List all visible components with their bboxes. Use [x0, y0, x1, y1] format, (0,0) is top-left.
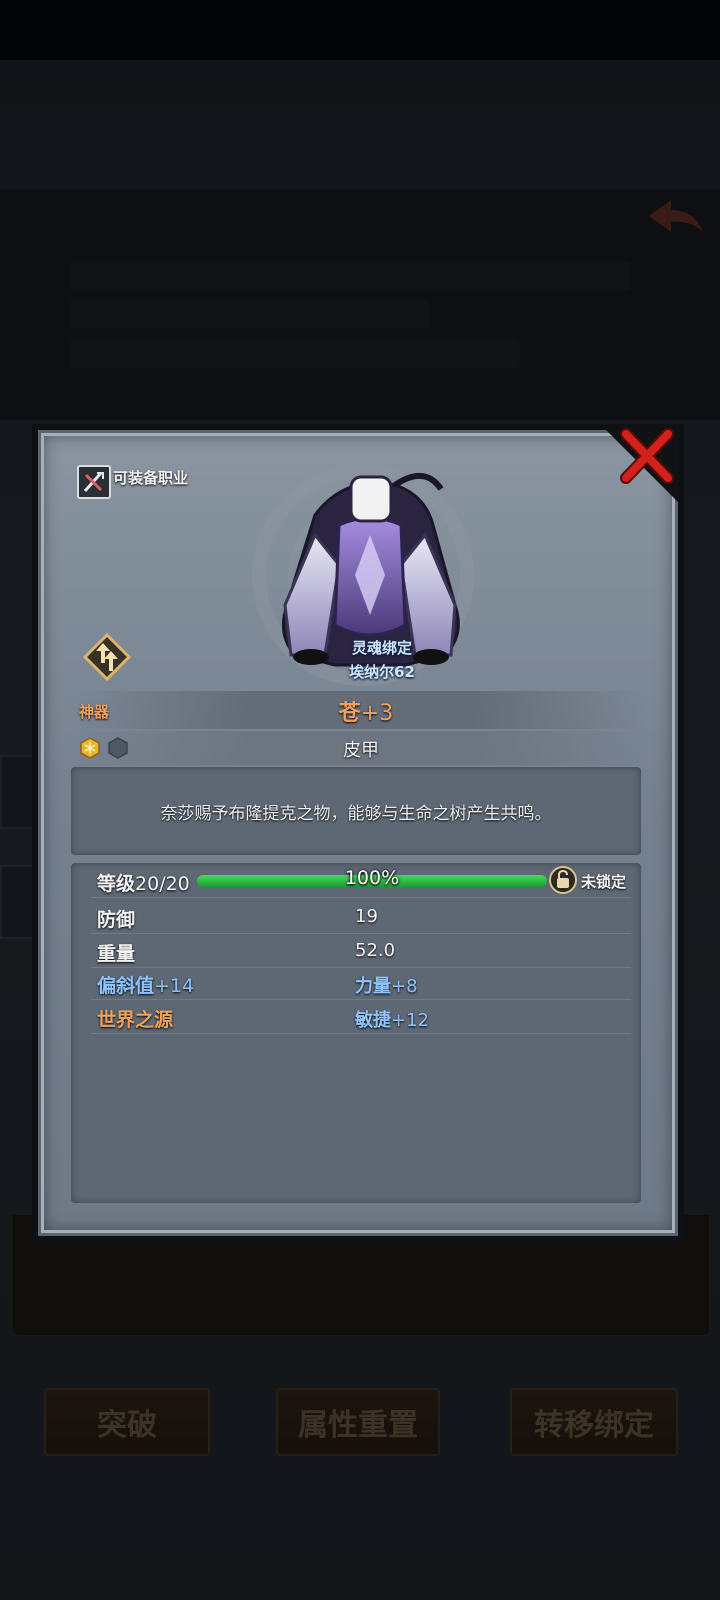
empty-gem-slot-icon[interactable]	[107, 737, 129, 759]
stats-box: 等级20/20 100% 未锁定 防御 19 重量 52.0 偏斜值+14 力量…	[71, 863, 641, 1203]
item-type: 皮甲	[343, 740, 379, 761]
item-enhance-level: +3	[360, 701, 394, 726]
item-name-text: 苍	[338, 701, 361, 726]
item-name: 苍+3	[291, 695, 441, 727]
owner-name: 埃纳尔62	[349, 663, 415, 681]
weight-row: 重量 52.0	[91, 933, 631, 968]
bonus-row-2: 世界之源 敏捷+12	[91, 999, 631, 1034]
defense-label: 防御	[97, 909, 136, 931]
equip-class-label[interactable]: 可装备职业	[113, 467, 188, 488]
weight-label: 重量	[97, 943, 136, 965]
level-value: 20/20	[135, 873, 190, 895]
item-detail-modal: 可装备职业 灵魂绑定 埃纳尔62 神器 苍+3 皮甲 奈莎赐予布隆提克之物，能够…	[32, 424, 684, 1242]
strength-value: +8	[391, 976, 418, 997]
soulbound-status: 灵魂绑定	[351, 639, 412, 657]
level-row: 等级20/20 100% 未锁定	[91, 863, 631, 898]
deflect-stat: 偏斜值+14	[97, 975, 195, 997]
upgrade-arrow-icon[interactable]	[83, 633, 131, 681]
modal-frame: 可装备职业 灵魂绑定 埃纳尔62 神器 苍+3 皮甲 奈莎赐予布隆提克之物，能够…	[38, 430, 678, 1236]
deflect-value: +14	[154, 975, 195, 997]
defense-row: 防御 19	[91, 899, 631, 934]
item-description: 奈莎赐予布隆提克之物，能够与生命之树产生共鸣。	[160, 804, 552, 824]
defense-value: 19	[355, 906, 378, 927]
agility-stat: 敏捷+12	[355, 1010, 429, 1031]
lock-status[interactable]: 未锁定	[581, 871, 626, 892]
close-icon[interactable]	[618, 428, 676, 486]
level-progress-text: 100%	[344, 867, 400, 889]
bonus-row-1: 偏斜值+14 力量+8	[91, 965, 631, 1000]
agility-value: +12	[391, 1010, 429, 1031]
unlock-icon[interactable]	[549, 866, 577, 894]
gold-gem-slot-icon[interactable]	[79, 737, 101, 759]
description-box: 奈莎赐予布隆提克之物，能够与生命之树产生共鸣。	[71, 767, 641, 855]
strength-stat: 力量+8	[355, 976, 418, 997]
weight-value: 52.0	[355, 940, 396, 961]
job-class-icon[interactable]	[77, 465, 111, 499]
item-category: 神器	[79, 703, 110, 721]
level-label: 等级20/20	[97, 873, 190, 895]
world-source-label: 世界之源	[97, 1009, 174, 1031]
